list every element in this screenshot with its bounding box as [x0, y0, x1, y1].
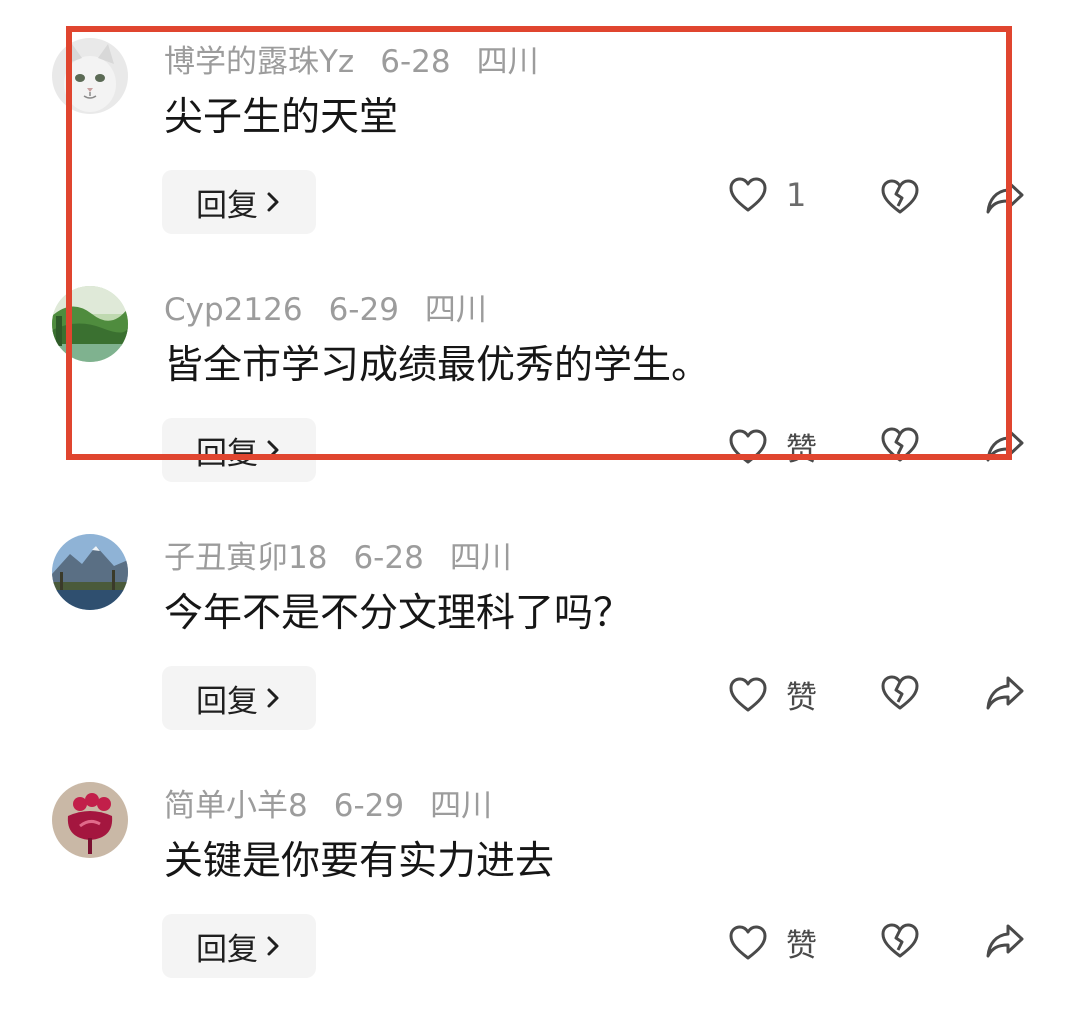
dislike-button[interactable]: [880, 674, 920, 716]
like-label: 赞: [786, 928, 817, 964]
share-arrow-icon: [986, 676, 1024, 710]
chevron-right-icon: [267, 688, 279, 708]
comment-text: 关键是你要有实力进去: [164, 839, 555, 884]
comment-date: 6-28: [380, 44, 451, 80]
comment-date: 6-29: [328, 292, 399, 328]
comment-text: 尖子生的天堂: [164, 95, 399, 140]
username[interactable]: Cyp2126: [164, 292, 303, 328]
user-avatar[interactable]: [52, 286, 128, 362]
comment-date: 6-29: [333, 788, 405, 824]
comment-location: 四川: [449, 540, 512, 576]
broken-heart-icon: [881, 427, 919, 462]
chevron-right-icon: [267, 192, 279, 212]
username[interactable]: 博学的露珠Yz: [164, 44, 354, 80]
reply-label: 回复: [196, 931, 258, 968]
share-arrow-icon: [986, 428, 1024, 462]
comment-location: 四川: [430, 788, 493, 824]
like-label: 赞: [786, 680, 817, 716]
broken-heart-icon: [881, 179, 919, 214]
share-button[interactable]: [984, 426, 1026, 468]
comment-meta: 博学的露珠Yz 6-28 四川: [164, 44, 539, 80]
comment-item: 子丑寅卯18 6-28 四川 今年不是不分文理科了吗？ 回复 赞: [0, 524, 1080, 772]
reply-label: 回复: [196, 187, 258, 224]
share-arrow-icon: [986, 924, 1024, 958]
like-button[interactable]: 赞: [728, 920, 817, 965]
comment-meta: 子丑寅卯18 6-28 四川: [164, 540, 512, 576]
reply-button[interactable]: 回复: [162, 914, 316, 978]
comment-location: 四川: [476, 44, 539, 80]
like-button[interactable]: 1: [728, 176, 806, 214]
comment-item: Cyp2126 6-29 四川 皆全市学习成绩最优秀的学生。 回复 赞: [0, 276, 1080, 524]
comment-meta: Cyp2126 6-29 四川: [164, 292, 487, 328]
heart-icon: [729, 177, 767, 212]
comment-date: 6-28: [353, 540, 424, 576]
chevron-right-icon: [267, 440, 279, 460]
comment-item: 博学的露珠Yz 6-28 四川 尖子生的天堂 回复 1: [0, 28, 1080, 276]
like-button[interactable]: 赞: [728, 424, 817, 469]
username[interactable]: 简单小羊8: [164, 788, 308, 824]
user-avatar[interactable]: [52, 38, 128, 114]
comment-item: 简单小羊8 6-29 四川 关键是你要有实力进去 回复 赞: [0, 772, 1080, 1020]
share-button[interactable]: [984, 178, 1026, 220]
share-button[interactable]: [984, 922, 1026, 964]
username[interactable]: 子丑寅卯18: [164, 540, 327, 576]
reply-button[interactable]: 回复: [162, 666, 316, 730]
broken-heart-icon: [881, 675, 919, 710]
comment-location: 四川: [424, 292, 487, 328]
heart-icon: [729, 429, 767, 463]
like-count: 1: [786, 176, 807, 214]
chevron-right-icon: [267, 936, 279, 956]
comment-meta: 简单小羊8 6-29 四川: [164, 788, 492, 824]
dislike-button[interactable]: [880, 426, 920, 468]
like-label: 赞: [786, 432, 817, 468]
reply-label: 回复: [196, 435, 258, 472]
comment-text: 皆全市学习成绩最优秀的学生。: [164, 343, 711, 388]
reply-button[interactable]: 回复: [162, 418, 316, 482]
like-button[interactable]: 赞: [728, 672, 817, 717]
user-avatar[interactable]: [52, 782, 128, 858]
share-arrow-icon: [986, 180, 1024, 214]
user-avatar[interactable]: [52, 534, 128, 610]
dislike-button[interactable]: [880, 922, 920, 964]
heart-icon: [729, 677, 767, 711]
dislike-button[interactable]: [880, 178, 920, 220]
reply-button[interactable]: 回复: [162, 170, 316, 234]
comment-text: 今年不是不分文理科了吗？: [164, 591, 633, 636]
broken-heart-icon: [881, 923, 919, 958]
share-button[interactable]: [984, 674, 1026, 716]
reply-label: 回复: [196, 683, 258, 720]
